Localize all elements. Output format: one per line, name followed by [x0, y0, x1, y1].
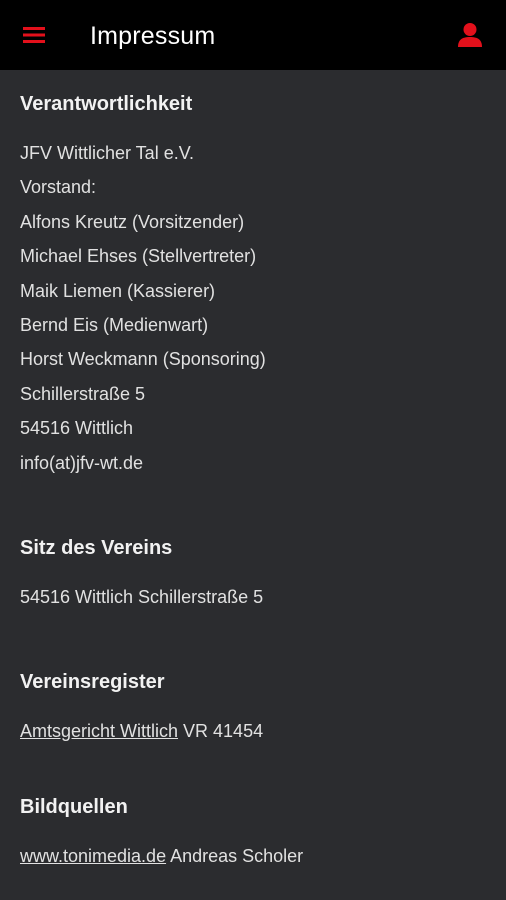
- text-line: Horst Weckmann (Sponsoring): [20, 349, 266, 370]
- text-line: Alfons Kreutz (Vorsitzender): [20, 211, 245, 232]
- email-text: info(at)jfv-wt.de: [20, 452, 144, 473]
- hamburger-menu-icon[interactable]: [22, 24, 48, 46]
- text-line: Michael Ehses (Stellvertreter): [20, 246, 257, 267]
- section-heading-bildquellen: Bildquellen: [20, 796, 128, 818]
- text-line: Maik Liemen (Kassierer): [20, 280, 216, 301]
- text-line: Vorstand:: [20, 177, 97, 198]
- text-line: Bernd Eis (Medienwart): [20, 315, 209, 336]
- section-heading-verantwortlichkeit: Verantwortlichkeit: [20, 93, 193, 115]
- amtsgericht-link[interactable]: Amtsgericht Wittlich: [20, 721, 178, 741]
- text-line: JFV Wittlicher Tal e.V.: [20, 143, 195, 163]
- app-bar: Impressum: [0, 0, 506, 70]
- bildquellen-line: www.tonimedia.de Andreas Scholer: [20, 839, 303, 873]
- verantwortlichkeit-lines: JFV Wittlicher Tal e.V. Vorstand: Alfons…: [20, 136, 266, 480]
- sitz-address: 54516 Wittlich Schillerstraße 5: [20, 587, 264, 607]
- bildquellen-author: Andreas Scholer: [166, 846, 304, 866]
- section-heading-sitz: Sitz des Vereins: [20, 537, 173, 559]
- page-title: Impressum: [90, 22, 216, 50]
- text-line: 54516 Wittlich: [20, 418, 134, 439]
- register-line: Amtsgericht Wittlich VR 41454: [20, 714, 263, 748]
- tonimedia-link[interactable]: www.tonimedia.de: [20, 846, 166, 866]
- person-icon[interactable]: [456, 22, 484, 48]
- section-heading-vereinsregister: Vereinsregister: [20, 671, 165, 693]
- register-number: VR 41454: [178, 721, 264, 741]
- text-line: Schillerstraße 5: [20, 383, 146, 404]
